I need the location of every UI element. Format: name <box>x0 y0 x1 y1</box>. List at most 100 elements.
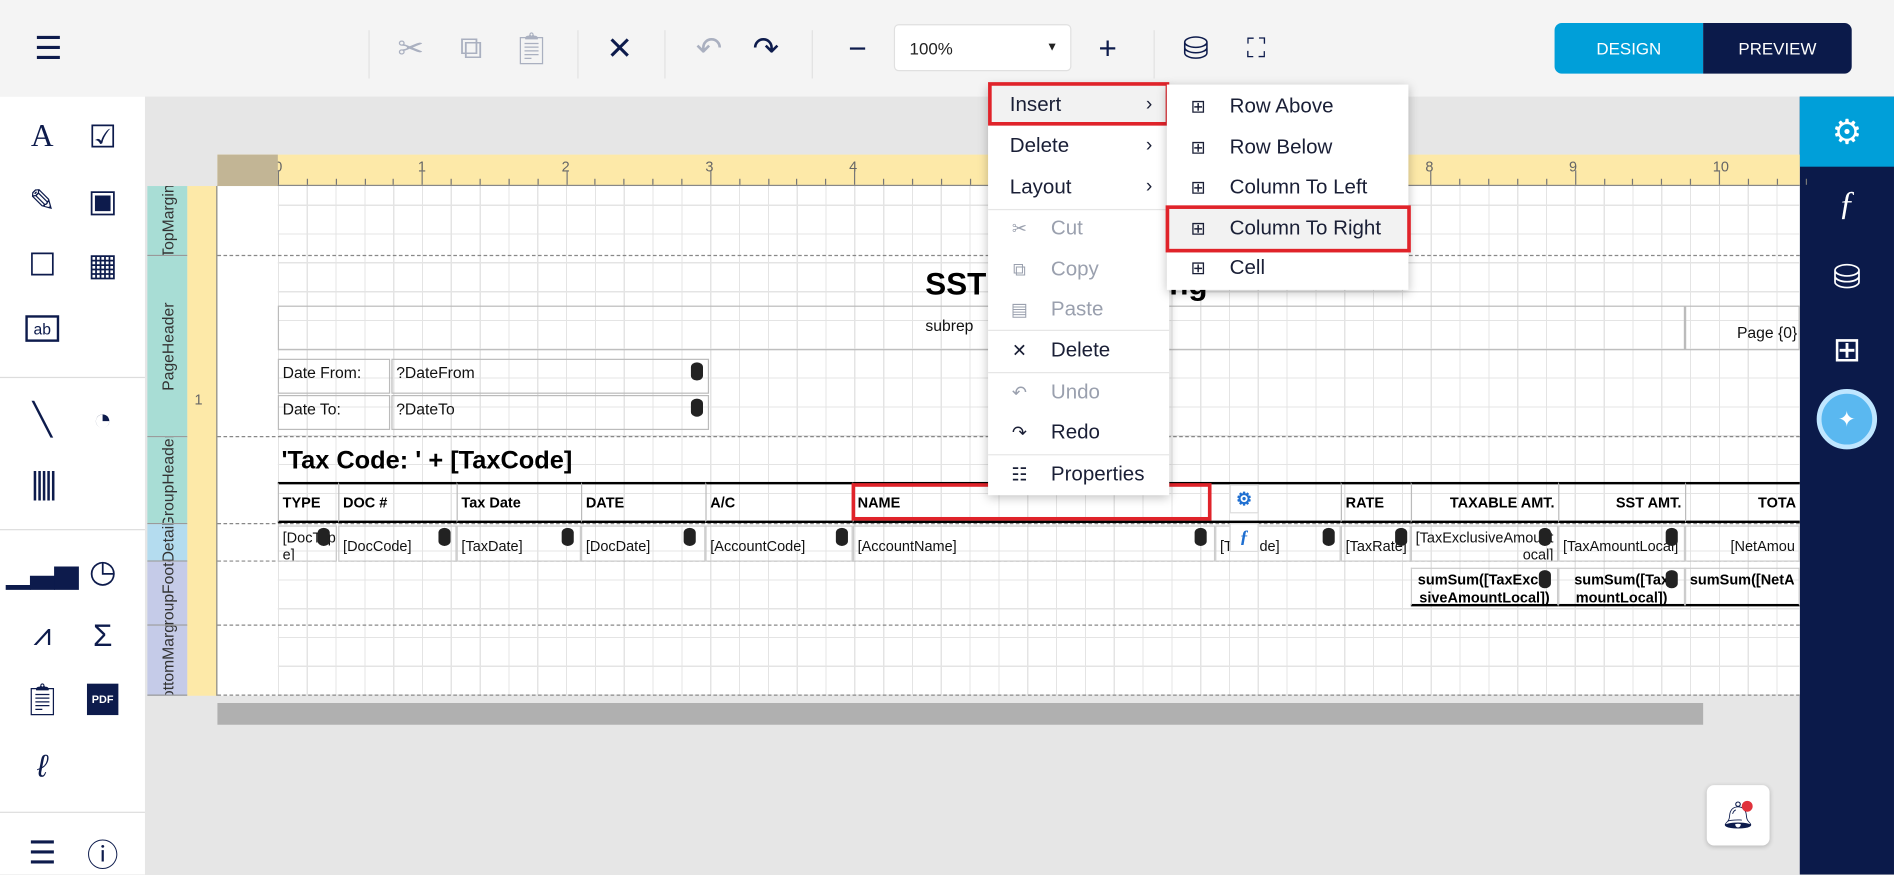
band-group-header[interactable]: GroupHeader <box>147 437 188 525</box>
validate-database-icon[interactable]: ⛁ <box>1174 27 1217 70</box>
line-icon[interactable]: ╲ <box>22 399 63 440</box>
menu-item-cut[interactable]: ✂ Cut <box>988 208 1169 249</box>
menu-item-redo[interactable]: ↷ Redo <box>988 412 1169 453</box>
ruler-tick <box>306 178 308 185</box>
report-title[interactable]: SST <box>925 266 986 303</box>
text-icon[interactable]: A <box>22 116 63 157</box>
menu-item-properties[interactable]: ☷ Properties <box>988 454 1169 495</box>
band-divider[interactable] <box>217 523 1800 525</box>
header-rate[interactable]: RATE <box>1340 481 1411 524</box>
date-to-field[interactable]: ?DateTo <box>391 394 710 431</box>
detail-account-code[interactable]: [AccountCode] <box>705 525 853 562</box>
detail-account-name[interactable]: [AccountName] <box>852 525 1216 562</box>
tree-icon[interactable]: ⊞ <box>1800 314 1894 384</box>
horizontal-scrollbar[interactable] <box>217 702 1704 725</box>
band-detail[interactable]: Detail <box>147 524 188 562</box>
header-total[interactable]: TOTA <box>1685 481 1800 524</box>
date-from-label[interactable]: Date From: <box>277 358 391 394</box>
header-sst-amt[interactable]: SST AMT. <box>1558 481 1686 524</box>
zoom-select[interactable]: 100% ▼ <box>893 24 1072 72</box>
line-chart-icon[interactable]: ⩘ <box>22 615 63 656</box>
menu-item-layout[interactable]: Layout › <box>988 167 1169 208</box>
gear-icon[interactable]: ⚙ <box>1799 96 1894 167</box>
menu-item-paste[interactable]: ▤ Paste <box>988 289 1169 330</box>
menu-item-copy[interactable]: ⧉ Copy <box>988 249 1169 290</box>
barcode-icon[interactable]: ||||| <box>22 463 63 504</box>
rich-text-icon[interactable]: ✎ <box>22 180 63 221</box>
ruler-tick <box>796 178 798 185</box>
menu-item-label: Column To Left <box>1229 175 1368 199</box>
redo-icon[interactable]: ↷ <box>744 27 787 70</box>
submenu-row-below[interactable]: ⊞ Row Below <box>1167 127 1409 168</box>
fullscreen-icon[interactable]: ⛶ <box>1234 27 1277 70</box>
delete-icon[interactable]: ✕ <box>598 27 641 70</box>
design-button[interactable]: DESIGN <box>1554 22 1704 74</box>
undo-icon[interactable]: ↶ <box>687 27 730 70</box>
notification-button[interactable]: 🔔︎ <box>1706 785 1770 846</box>
insert-cell-icon: ⊞ <box>1190 258 1206 280</box>
paste-icon[interactable]: 📋︎ <box>510 27 553 70</box>
band-divider[interactable] <box>217 624 1800 626</box>
sum-icon[interactable]: Σ <box>82 615 123 656</box>
ruler-tick <box>1574 170 1576 185</box>
properties-icon: ☷ <box>1011 465 1028 486</box>
database-icon <box>561 527 574 546</box>
detail-net-amount[interactable]: [NetAmou <box>1685 525 1800 562</box>
detail-taxable-amount[interactable]: [TaxExclusiveAmount ocal] <box>1410 525 1559 562</box>
preview-button[interactable]: PREVIEW <box>1703 22 1852 74</box>
database-icon[interactable]: ⛁ <box>1800 242 1894 312</box>
group-expression[interactable]: 'Tax Code: ' + [TaxCode] <box>281 447 572 476</box>
ab-label-icon[interactable]: ab <box>25 315 60 342</box>
checkbox-icon[interactable]: ☑ <box>82 116 123 157</box>
notification-dot <box>1741 800 1753 812</box>
header-type[interactable]: TYPE <box>277 481 339 524</box>
band-label: GroupFooter <box>158 561 177 626</box>
header-date[interactable]: DATE <box>580 481 706 524</box>
ruler-tick <box>1430 170 1432 185</box>
hamburger-menu-icon[interactable]: ☰ <box>27 27 70 70</box>
menu-item-delete-submenu[interactable]: Delete › <box>988 126 1169 167</box>
footer-sum-taxable[interactable]: sumSum([TaxExclu siveAmountLocal]) <box>1410 567 1559 607</box>
submenu-cell[interactable]: ⊞ Cell <box>1167 248 1409 289</box>
bar-chart-icon[interactable]: ▁▃▅ <box>6 551 78 592</box>
header-ac[interactable]: A/C <box>705 481 853 524</box>
date-to-label[interactable]: Date To: <box>277 394 391 431</box>
menu-item-delete[interactable]: ✕ Delete <box>988 330 1169 371</box>
date-from-field[interactable]: ?DateFrom <box>391 358 710 394</box>
header-tax-date[interactable]: Tax Date <box>456 481 581 524</box>
band-top-margin[interactable]: TopMargin <box>147 186 188 257</box>
signature-icon[interactable]: ℓ <box>22 745 63 786</box>
page-number[interactable]: Page {0} <box>1685 305 1800 351</box>
band-group-footer[interactable]: GroupFooter <box>147 561 188 626</box>
insert-row-above-icon: ⊞ <box>1190 96 1206 118</box>
cut-icon[interactable]: ✂ <box>389 27 432 70</box>
band-page-header[interactable]: PageHeader <box>147 256 188 438</box>
clipboard-icon[interactable]: 📋︎ <box>22 679 63 720</box>
pdf-icon[interactable]: PDF <box>86 683 119 716</box>
header-taxable-amt[interactable]: TAXABLE AMT. <box>1410 481 1559 524</box>
image-icon[interactable]: ▣ <box>82 180 123 221</box>
menu-item-undo[interactable]: ↶ Undo <box>988 372 1169 413</box>
shapes-icon[interactable]: ◔ <box>82 399 123 440</box>
function-icon[interactable]: ƒ <box>1800 169 1894 239</box>
band-divider[interactable] <box>217 694 1800 696</box>
ruler-tick <box>450 178 452 185</box>
gauge-icon[interactable]: ◷ <box>82 551 123 592</box>
cell-function-icon[interactable]: ƒ <box>1229 523 1259 553</box>
info-icon[interactable]: ⓘ <box>82 832 123 873</box>
vertical-ruler: 1 <box>187 186 218 696</box>
footer-sum-net[interactable]: sumSum([NetA <box>1685 567 1800 607</box>
copy-icon[interactable]: ⧉ <box>449 27 492 70</box>
zoom-out-icon[interactable]: − <box>836 27 879 70</box>
table-icon[interactable]: ▦ <box>82 244 123 285</box>
list-icon[interactable]: ☰ <box>22 832 63 873</box>
rectangle-icon[interactable]: ☐ <box>22 244 63 285</box>
band-bottom-margin[interactable]: BottomMargin <box>147 625 188 696</box>
assistant-icon[interactable]: ✦ <box>1800 384 1894 454</box>
submenu-column-left[interactable]: ⊞ Column To Left <box>1167 167 1409 208</box>
submenu-row-above[interactable]: ⊞ Row Above <box>1167 86 1409 127</box>
header-doc[interactable]: DOC # <box>338 481 457 524</box>
subreport[interactable]: subrep <box>277 305 1686 351</box>
zoom-in-icon[interactable]: + <box>1086 27 1129 70</box>
cell-settings-gear-icon[interactable]: ⚙ <box>1229 484 1259 514</box>
